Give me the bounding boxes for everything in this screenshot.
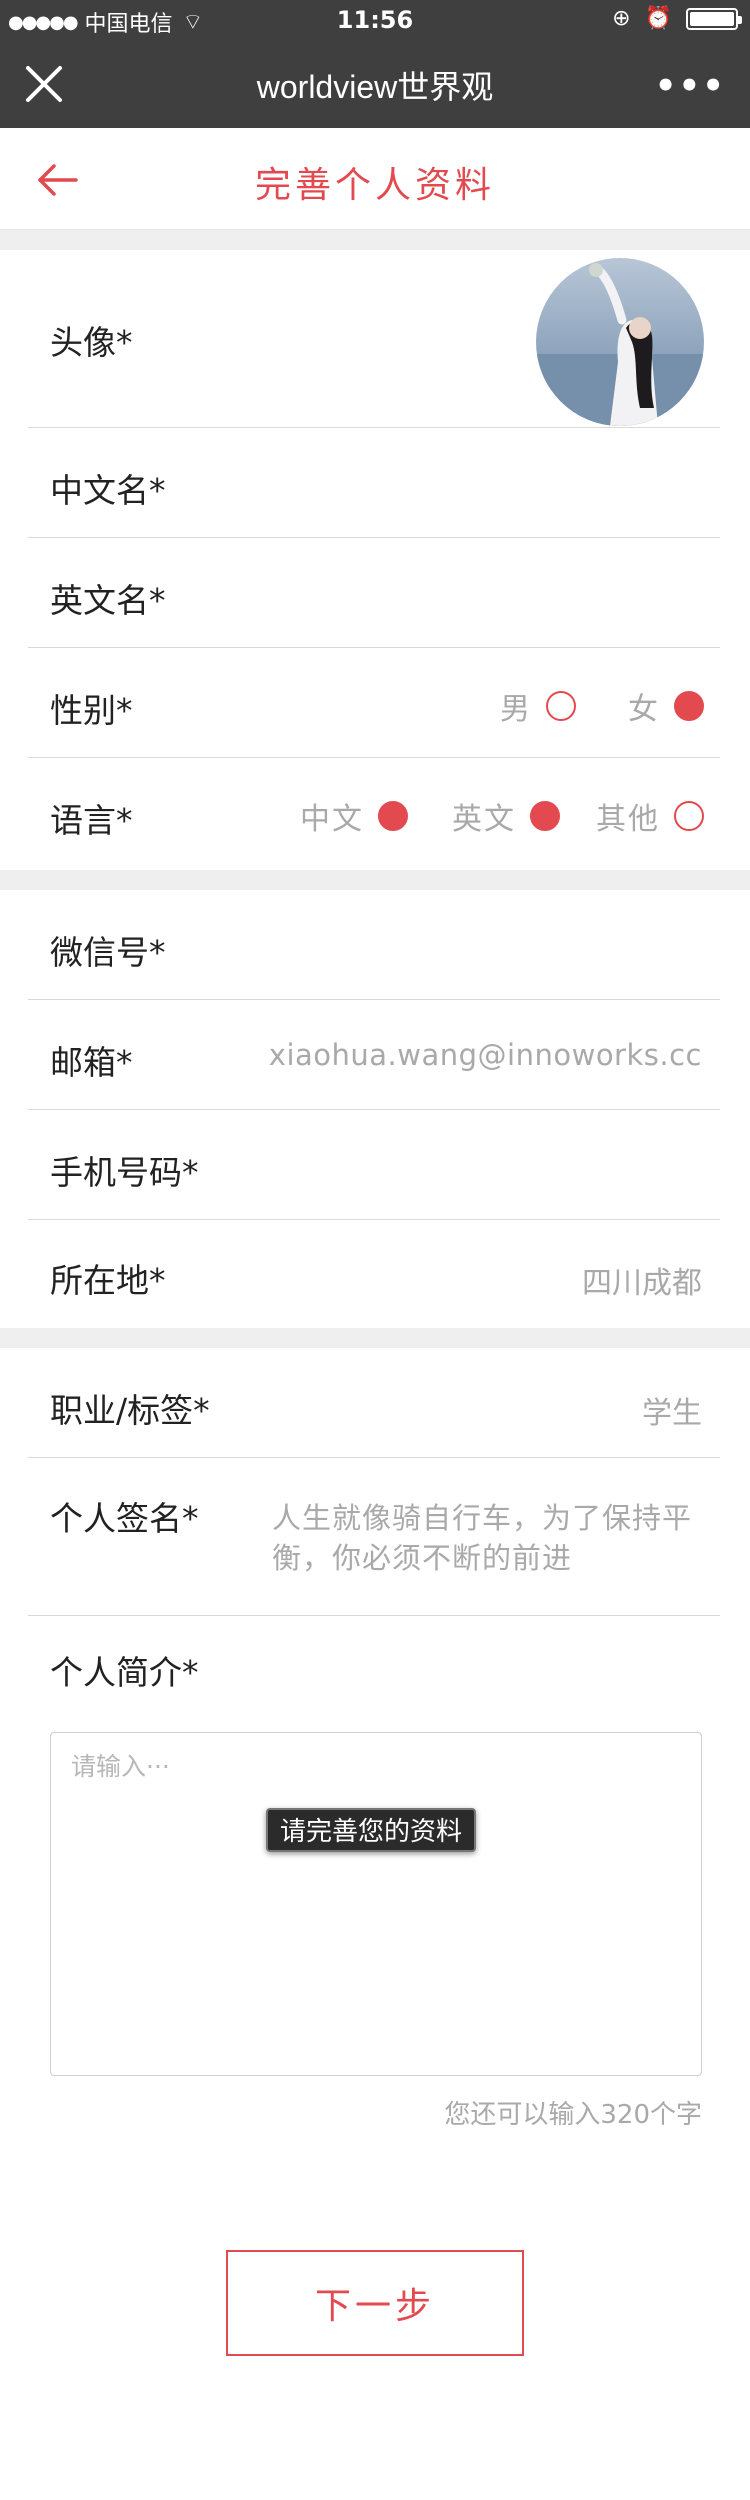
- nav-bar: worldview世界观 •••: [0, 40, 750, 128]
- location-label: 所在地*: [50, 1261, 166, 1300]
- language-option-english[interactable]: 英文: [452, 794, 560, 838]
- radio-selected-icon[interactable]: [530, 801, 560, 831]
- gender-label: 性别*: [50, 691, 133, 730]
- bio-textarea[interactable]: 请输入···: [50, 1732, 702, 2076]
- signature-value[interactable]: 人生就像骑自行车，为了保持平衡，你必须不断的前进: [272, 1498, 712, 1578]
- language-option-label: 英文: [452, 802, 516, 837]
- occupation-label: 职业/标签*: [50, 1391, 210, 1430]
- section-divider: [0, 1328, 750, 1348]
- occupation-value[interactable]: 学生: [642, 1388, 702, 1432]
- gender-option-label: 女: [628, 692, 660, 727]
- location-row[interactable]: 所在地* 四川成都: [28, 1220, 720, 1328]
- section-divider: [0, 230, 750, 250]
- contact-section: 微信号* 邮箱* xiaohua.wang@innoworks.cc 手机号码*…: [0, 890, 750, 1328]
- english-name-label: 英文名*: [50, 581, 166, 620]
- bio-placeholder: 请输入···: [71, 1752, 170, 1781]
- language-option-chinese[interactable]: 中文: [300, 794, 408, 838]
- basic-info-section: 头像* 中文名* 英文名* 性别* 男 女 语言* 中文 英文 其他: [0, 250, 750, 870]
- status-bar: ●●●●● 中国电信 ⌔ 11:56 ⊕ ⏰: [0, 0, 750, 40]
- signature-label: 个人签名*: [50, 1499, 199, 1538]
- radio-circle-icon[interactable]: [674, 801, 704, 831]
- language-options: 中文 英文 其他: [300, 794, 704, 838]
- phone-row[interactable]: 手机号码*: [28, 1110, 720, 1220]
- top-bar: ●●●●● 中国电信 ⌔ 11:56 ⊕ ⏰ worldview世界观 •••: [0, 0, 750, 128]
- radio-selected-icon[interactable]: [674, 691, 704, 721]
- radio-selected-icon[interactable]: [378, 801, 408, 831]
- language-row: 语言* 中文 英文 其他: [28, 758, 720, 870]
- wechat-row[interactable]: 微信号*: [28, 890, 720, 1000]
- alarm-icon: ⏰: [644, 6, 672, 31]
- next-step-button[interactable]: 下一步: [226, 2250, 524, 2356]
- radio-circle-icon[interactable]: [546, 691, 576, 721]
- gender-option-female[interactable]: 女: [628, 684, 704, 728]
- avatar-label: 头像*: [50, 323, 133, 362]
- language-label: 语言*: [50, 801, 133, 840]
- orientation-lock-icon: ⊕: [612, 6, 631, 31]
- email-row[interactable]: 邮箱* xiaohua.wang@innoworks.cc: [28, 1000, 720, 1110]
- gender-options: 男 女: [448, 684, 704, 728]
- more-icon[interactable]: •••: [655, 66, 726, 106]
- section-divider: [0, 870, 750, 890]
- gender-option-label: 男: [500, 692, 532, 727]
- occupation-row[interactable]: 职业/标签* 学生: [28, 1348, 720, 1458]
- email-value[interactable]: xiaohua.wang@innoworks.cc: [269, 1038, 702, 1072]
- page-header: 完善个人资料: [0, 128, 750, 230]
- gender-option-male[interactable]: 男: [500, 684, 576, 728]
- signature-row[interactable]: 个人签名* 人生就像骑自行车，为了保持平衡，你必须不断的前进: [28, 1458, 720, 1616]
- bio-char-counter: 您还可以输入320个字: [444, 2100, 702, 2130]
- avatar[interactable]: [536, 258, 704, 426]
- language-option-label: 中文: [300, 802, 364, 837]
- chinese-name-label: 中文名*: [50, 471, 166, 510]
- validation-toast: 请完善您的资料: [266, 1808, 477, 1852]
- wechat-label: 微信号*: [50, 933, 166, 972]
- gender-row: 性别* 男 女: [28, 648, 720, 758]
- phone-label: 手机号码*: [50, 1153, 199, 1192]
- email-label: 邮箱*: [50, 1043, 133, 1082]
- bio-label: 个人简介*: [50, 1653, 199, 1692]
- battery-icon: [686, 7, 742, 30]
- avatar-row[interactable]: 头像*: [28, 250, 720, 428]
- language-option-other[interactable]: 其他: [596, 794, 704, 838]
- english-name-row[interactable]: 英文名*: [28, 538, 720, 648]
- language-option-label: 其他: [596, 802, 660, 837]
- nav-title: worldview世界观: [256, 69, 494, 105]
- page-title: 完善个人资料: [254, 165, 495, 206]
- chinese-name-row[interactable]: 中文名*: [28, 428, 720, 538]
- location-value[interactable]: 四川成都: [582, 1258, 702, 1302]
